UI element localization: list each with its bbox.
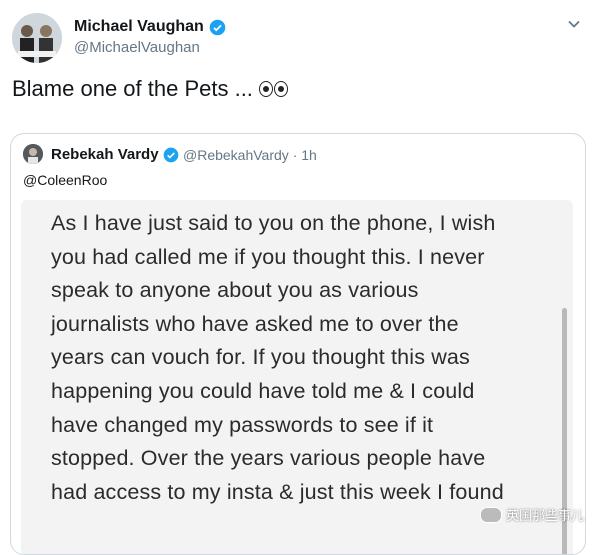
eyes-emoji-icon: [258, 81, 288, 97]
note-line: you had called me if you thought this. I…: [51, 244, 485, 269]
quoted-time[interactable]: · 1h: [293, 147, 317, 163]
note-line: journalists who have asked me to over th…: [51, 311, 459, 336]
quoted-tweet[interactable]: Rebekah Vardy @RebekahVardy · 1h @Coleen…: [10, 133, 586, 555]
author-avatar[interactable]: [12, 13, 62, 63]
author-name-text[interactable]: Michael Vaughan: [74, 18, 204, 36]
quoted-handle-text[interactable]: @RebekahVardy: [183, 147, 289, 163]
quoted-author-name-text[interactable]: Rebekah Vardy: [51, 146, 159, 163]
note-line: speak to anyone about you as various: [51, 278, 419, 303]
note-line: happening you could have told me & I cou…: [51, 378, 475, 403]
quoted-author-avatar[interactable]: [23, 144, 43, 164]
note-line: stopped. Over the years various people h…: [51, 446, 486, 471]
verified-badge-icon: [209, 19, 226, 35]
note-line: As I have just said to you on the phone,…: [51, 211, 496, 235]
note-text: As I have just said to you on the phone,…: [51, 207, 561, 509]
screenshot-note-image: As I have just said to you on the phone,…: [21, 200, 573, 554]
watermark: 英国那些事儿: [479, 505, 584, 524]
note-line: have changed my passwords to see if it: [51, 412, 434, 437]
quoted-author-handle[interactable]: @RebekahVardy · 1h: [183, 147, 317, 163]
note-line: years can vouch for. If you thought this…: [51, 345, 470, 370]
reply-to-mention[interactable]: @ColeenRoo: [23, 172, 107, 188]
author-name[interactable]: Michael Vaughan: [74, 18, 226, 36]
chevron-down-icon[interactable]: [566, 16, 582, 32]
wechat-logo-icon: [479, 506, 502, 523]
tweet-text: Blame one of the Pets ...: [12, 76, 288, 102]
author-handle[interactable]: @MichaelVaughan: [74, 39, 200, 56]
verified-badge-icon: [163, 147, 178, 162]
tweet-body: Blame one of the Pets ...: [12, 76, 253, 101]
quoted-author-name[interactable]: Rebekah Vardy: [51, 146, 179, 163]
watermark-text: 英国那些事儿: [505, 508, 584, 523]
